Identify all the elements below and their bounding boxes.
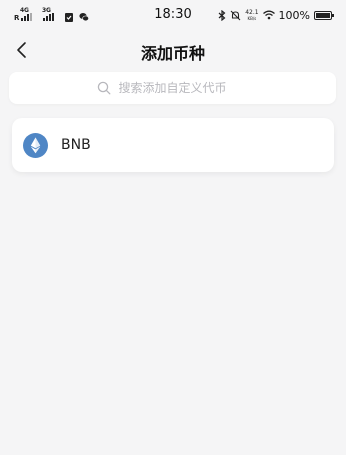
- search-input[interactable]: [118, 81, 249, 95]
- status-bar: R 4G 3G 18:30 42.1 KB/s 100%: [0, 0, 346, 30]
- battery-percent: 100%: [278, 8, 310, 22]
- search-box[interactable]: [9, 72, 336, 104]
- search-icon: [97, 81, 110, 95]
- battery-icon: [314, 10, 334, 20]
- ethereum-icon: [23, 132, 48, 158]
- nav-bar: 添加币种: [0, 30, 346, 70]
- status-right-icons: 42.1 KB/s 100%: [218, 8, 334, 22]
- page-title: 添加币种: [140, 44, 205, 63]
- token-list-item[interactable]: BNB: [12, 118, 334, 172]
- bluetooth-icon: [218, 9, 226, 21]
- mute-bell-icon: [230, 10, 241, 20]
- network-speed: 42.1 KB/s: [245, 8, 259, 21]
- wifi-icon: [262, 10, 275, 20]
- token-name: BNB: [61, 137, 91, 153]
